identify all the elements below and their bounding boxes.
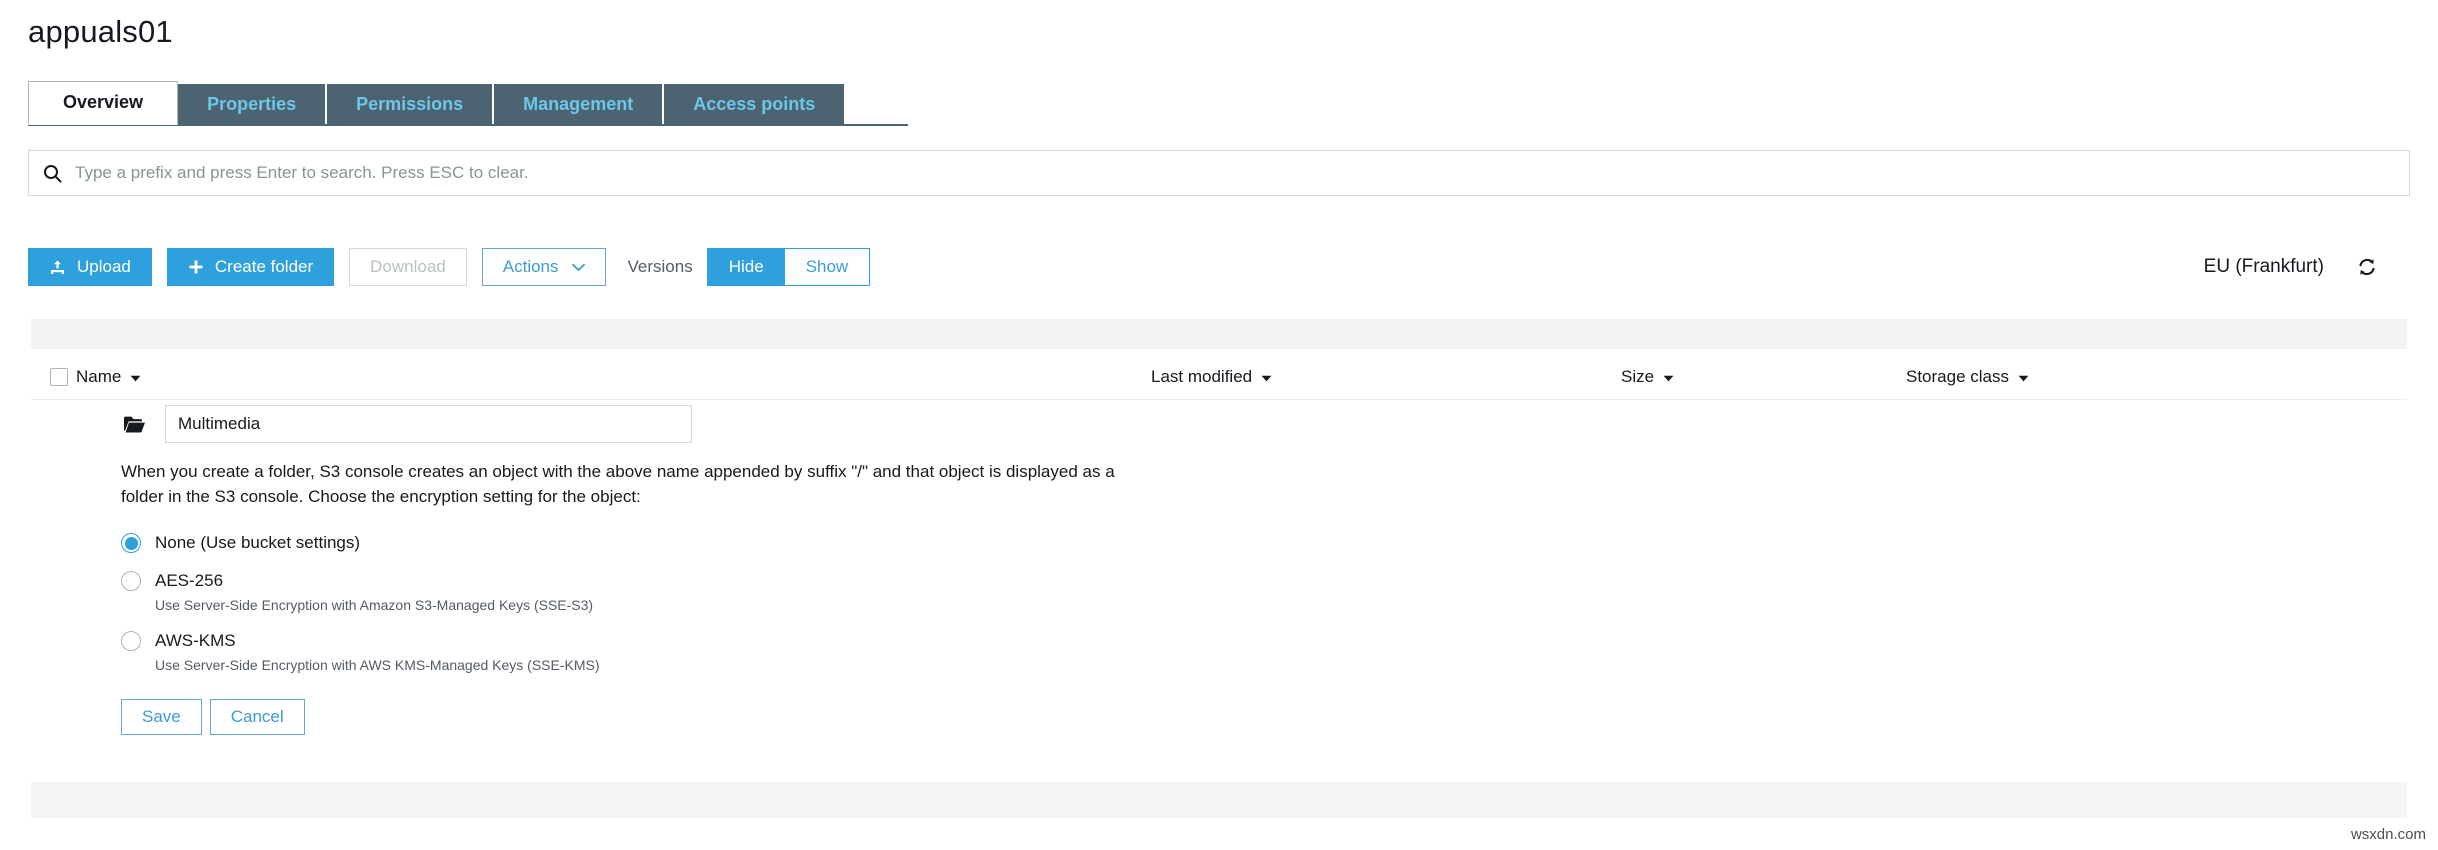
region-indicator: EU (Frankfurt) — [2204, 256, 2378, 278]
sort-caret-icon — [1663, 367, 1674, 387]
encryption-option-awskms-help: Use Server-Side Encryption with AWS KMS-… — [155, 657, 600, 674]
radio-awskms[interactable] — [121, 631, 141, 652]
versions-label: Versions — [627, 257, 693, 276]
save-button-label: Save — [142, 707, 181, 727]
encryption-option-aes256[interactable]: AES-256 — [121, 571, 2407, 592]
create-folder-button[interactable]: Create folder — [166, 248, 335, 286]
versions-hide-label: Hide — [728, 257, 764, 276]
select-all-checkbox[interactable] — [50, 368, 68, 386]
versions-hide-button[interactable]: Hide — [707, 249, 785, 285]
tab-management[interactable]: Management — [494, 84, 665, 125]
watermark: wsxdn.com — [2350, 826, 2426, 843]
tab-overview[interactable]: Overview — [28, 81, 179, 125]
plus-icon — [188, 259, 204, 275]
tab-access-points-label: Access points — [693, 94, 816, 114]
radio-none[interactable] — [121, 533, 141, 554]
actions-dropdown-button[interactable]: Actions — [481, 248, 606, 286]
tab-properties-label: Properties — [207, 94, 297, 114]
encryption-option-aes256-label: AES-256 — [155, 571, 224, 591]
tab-overview-label: Overview — [63, 92, 144, 112]
sort-caret-icon — [2018, 367, 2029, 387]
column-header-size[interactable]: Size — [1621, 367, 1906, 387]
tab-permissions[interactable]: Permissions — [327, 84, 495, 125]
cancel-button[interactable]: Cancel — [209, 699, 305, 736]
tab-permissions-label: Permissions — [356, 94, 464, 114]
encryption-options: None (Use bucket settings) AES-256 Use S… — [121, 533, 2407, 673]
download-button: Download — [349, 248, 467, 286]
tab-access-points[interactable]: Access points — [664, 84, 845, 125]
toolbar: Upload Create folder Download Actions Ve… — [28, 247, 2410, 287]
chevron-down-icon — [571, 263, 585, 272]
radio-aes256[interactable] — [121, 571, 141, 592]
versions-show-button[interactable]: Show — [784, 249, 870, 285]
tab-bar: Overview Properties Permissions Manageme… — [28, 81, 845, 125]
search-bar[interactable] — [28, 150, 2410, 196]
tab-management-label: Management — [523, 94, 634, 114]
encryption-option-none[interactable]: None (Use bucket settings) — [121, 533, 2407, 554]
table-bottom-bar — [31, 782, 2407, 818]
search-input[interactable] — [75, 151, 2409, 195]
column-header-storage-class[interactable]: Storage class — [1906, 367, 2206, 387]
upload-button-label: Upload — [77, 257, 131, 276]
column-header-last-modified[interactable]: Last modified — [1151, 367, 1621, 387]
cancel-button-label: Cancel — [230, 707, 284, 727]
create-folder-button-label: Create folder — [214, 257, 314, 276]
tab-properties[interactable]: Properties — [178, 84, 328, 125]
page-title: appuals01 — [28, 14, 173, 49]
folder-name-input[interactable] — [165, 405, 692, 443]
download-button-label: Download — [370, 257, 446, 276]
versions-show-label: Show — [805, 257, 849, 276]
encryption-option-aes256-help: Use Server-Side Encryption with Amazon S… — [155, 597, 594, 614]
column-header-last-modified-label: Last modified — [1151, 367, 1253, 386]
encryption-spacer-1 — [121, 559, 2407, 571]
s3-console-page: appuals01 Overview Properties Permission… — [0, 0, 2438, 850]
sort-caret-icon — [130, 367, 141, 387]
upload-button[interactable]: Upload — [28, 248, 152, 286]
refresh-icon[interactable] — [2356, 256, 2378, 278]
folder-icon — [123, 415, 146, 434]
upload-icon — [49, 259, 66, 276]
actions-dropdown-label: Actions — [502, 257, 559, 276]
encryption-option-none-label: None (Use bucket settings) — [155, 533, 361, 553]
column-header-storage-class-label: Storage class — [1906, 367, 2009, 386]
select-all-cell — [31, 368, 76, 386]
column-header-name-label: Name — [76, 367, 122, 386]
versions-toggle: Hide Show — [706, 248, 871, 286]
save-button[interactable]: Save — [121, 699, 202, 736]
folder-name-row — [31, 400, 2407, 448]
column-header-size-label: Size — [1621, 367, 1655, 386]
create-folder-description: When you create a folder, S3 console cre… — [121, 462, 1115, 506]
table-top-bar — [31, 319, 2407, 349]
column-header-name[interactable]: Name — [76, 367, 1151, 387]
encryption-option-awskms[interactable]: AWS-KMS — [121, 631, 2407, 652]
search-icon — [29, 151, 75, 195]
sort-caret-icon — [1261, 367, 1272, 387]
form-action-buttons: Save Cancel — [121, 699, 2407, 736]
region-label: EU (Frankfurt) — [2203, 256, 2324, 277]
encryption-option-awskms-label: AWS-KMS — [155, 631, 236, 651]
table-header-row: Name Last modified Size Storage class — [31, 355, 2407, 400]
create-folder-form: When you create a folder, S3 console cre… — [31, 400, 2407, 736]
